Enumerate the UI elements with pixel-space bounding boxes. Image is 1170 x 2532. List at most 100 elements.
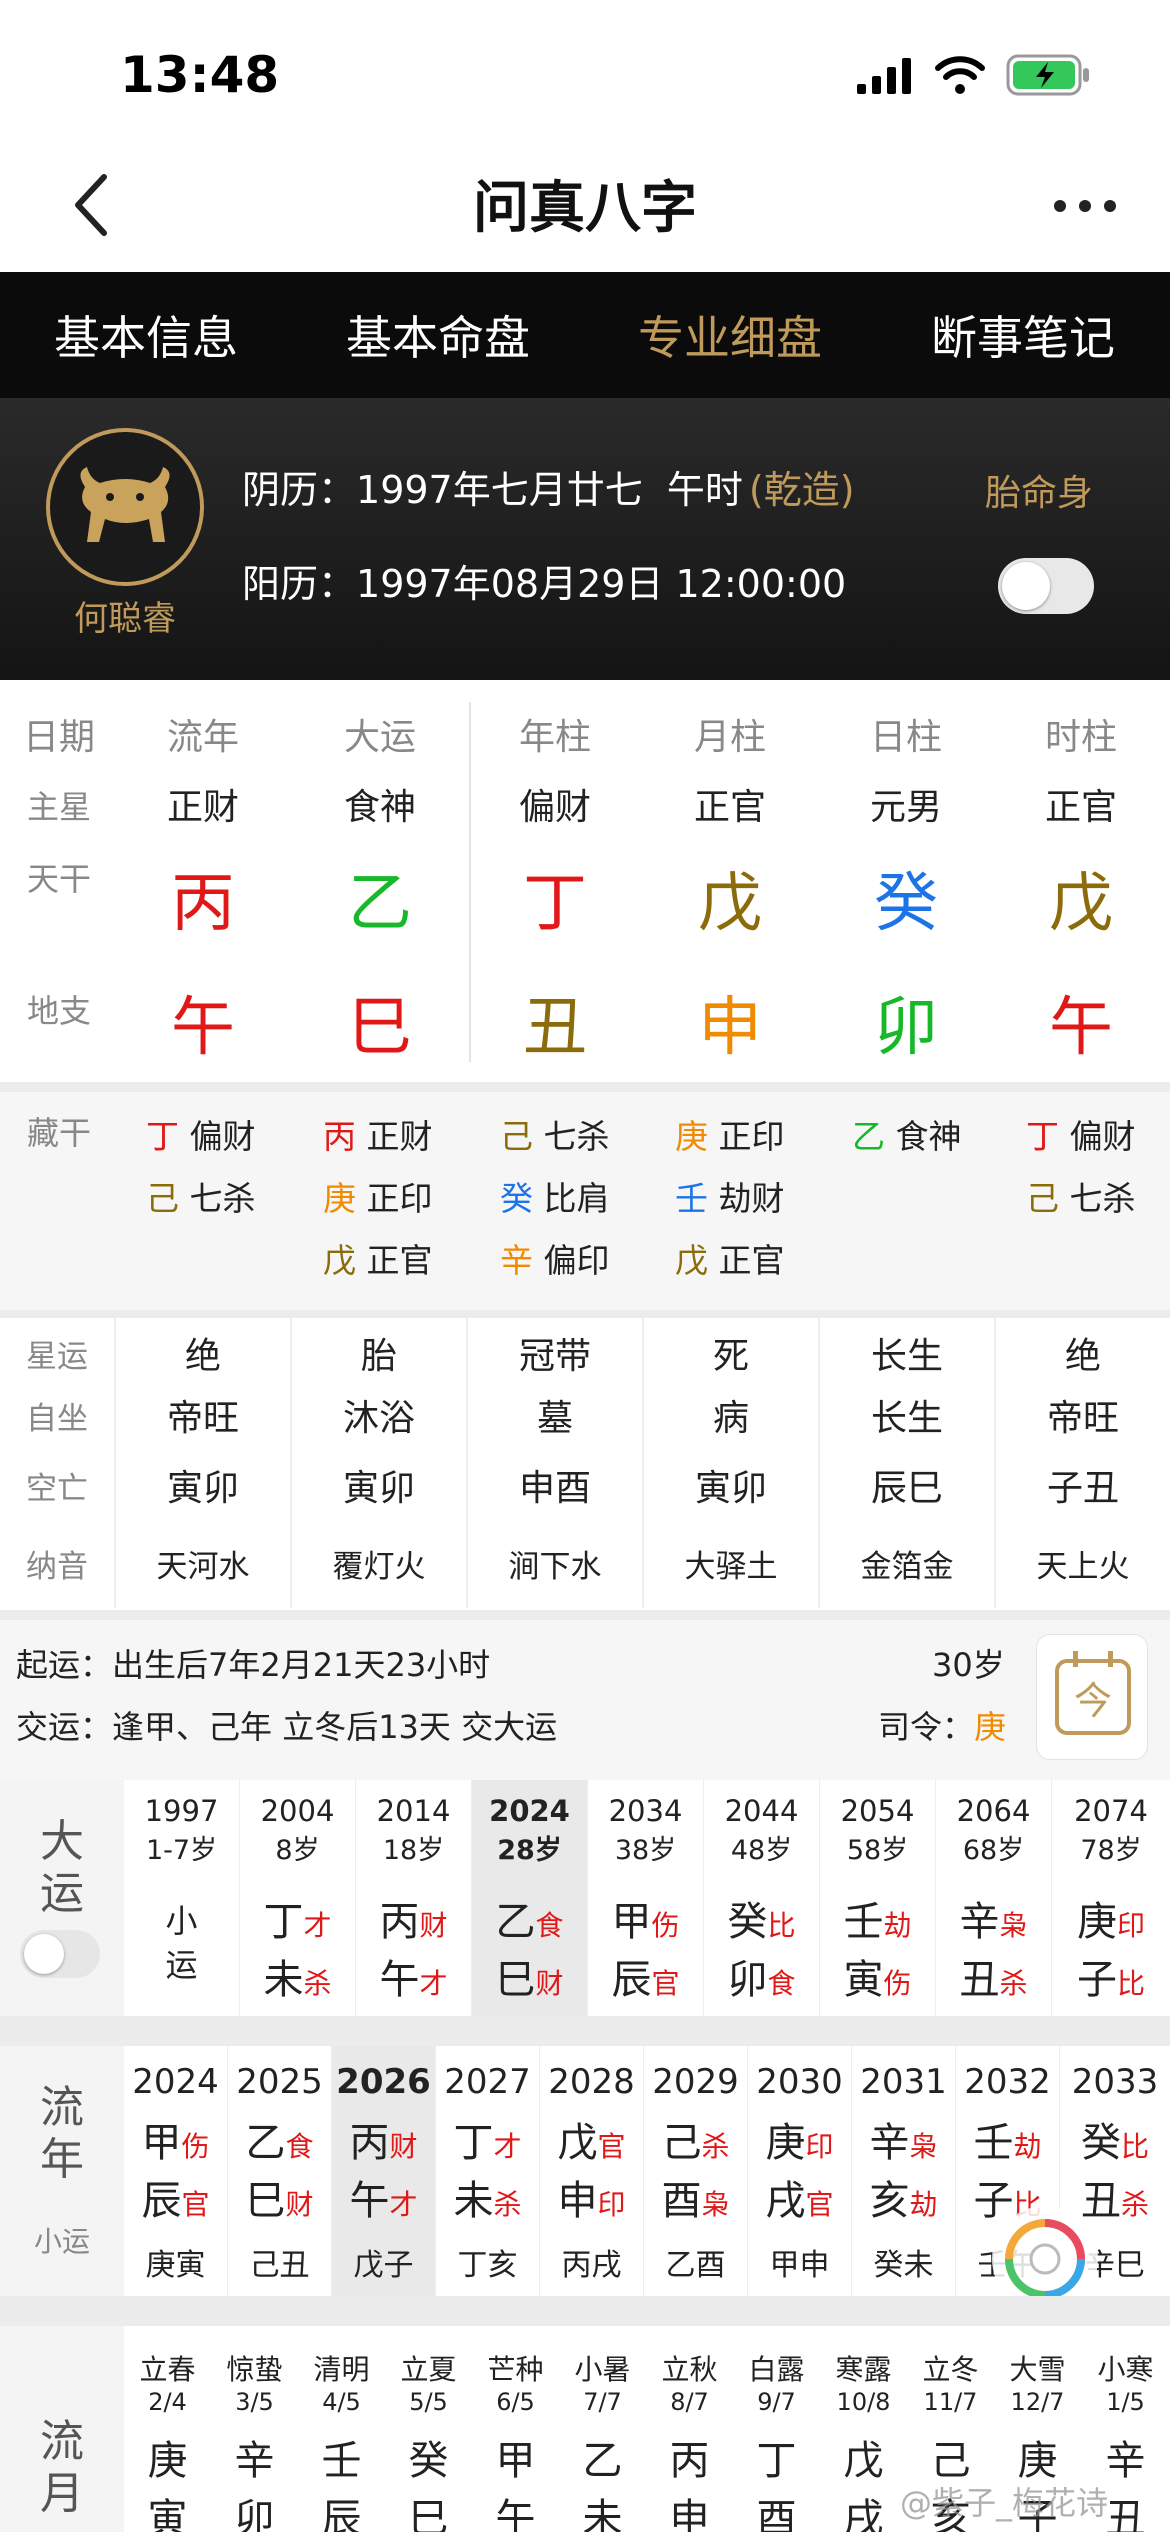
liunian-item[interactable]: 2027 丁才 未杀 丁亥: [436, 2046, 540, 2296]
liuyue-item[interactable]: 小暑 7/7 乙未: [559, 2326, 646, 2532]
liunian-item[interactable]: 2031 辛枭 亥劫 癸未: [852, 2046, 956, 2296]
liuyue-item[interactable]: 立春 2/4 庚寅: [124, 2326, 211, 2532]
liunian-item[interactable]: 2028 戊官 申印 丙戌: [540, 2046, 644, 2296]
canggan-item: 己 七杀: [1026, 1179, 1136, 1218]
liuyue-item[interactable]: 惊蛰 3/5 辛卯: [211, 2326, 298, 2532]
jiaoyun-label: 交运：: [16, 1708, 113, 1746]
liunian-item[interactable]: 2025 乙食 巳财 己丑: [228, 2046, 332, 2296]
avatar[interactable]: [46, 428, 204, 586]
tiangan-liunian: 丙: [171, 867, 235, 941]
wifi-icon: [934, 52, 986, 96]
liunian-item[interactable]: 2024 甲伤 辰官 庚寅: [124, 2046, 228, 2296]
solar-label: 阳历：: [242, 561, 357, 606]
canggan-col-day: 乙 食神: [852, 1106, 1022, 1168]
dayun-item[interactable]: 2014 18岁 丙财 午才: [356, 1780, 472, 2016]
lunar-value: 1997年七月廿七 午时: [356, 467, 743, 512]
tiangan-month: 戊: [698, 867, 762, 941]
tiangan-day: 癸: [874, 867, 938, 941]
canggan-item: 癸 比肩: [500, 1179, 610, 1218]
more-dots-icon: [1054, 200, 1116, 212]
pillars-section: 日期 流年 大运 年柱 月柱 日柱 时柱 主星 天干 地支 正财 食神 偏财 正…: [0, 680, 1170, 1082]
siling-row: 司令：庚: [878, 1702, 1006, 1748]
dayun-item[interactable]: 2074 78岁 庚印 子比: [1052, 1780, 1170, 2016]
siling-label: 司令：: [878, 1708, 975, 1746]
today-button[interactable]: 今: [1036, 1634, 1148, 1760]
battery-icon: [1006, 54, 1092, 96]
dayun-item[interactable]: 2054 58岁 壬劫 寅伤: [820, 1780, 936, 2016]
zhuxing-year: 偏财: [518, 787, 591, 828]
canggan-item: 庚 正印: [323, 1179, 433, 1218]
xingyun-col-day: 长生 长生 辰巳 金箔金: [860, 1336, 954, 1585]
more-button[interactable]: [1040, 176, 1130, 236]
calendar-icon: 今: [1055, 1651, 1131, 1735]
liunian-item[interactable]: 2030 庚印 戌官 甲申: [748, 2046, 852, 2296]
label-zizuo: 自坐: [26, 1401, 88, 1437]
signal-icon: [855, 56, 915, 96]
liuyue-item[interactable]: 立秋 8/7 丙申: [646, 2326, 733, 2532]
dayun-toggle[interactable]: [20, 1930, 100, 1978]
label-nayin: 纳音: [26, 1549, 88, 1585]
dayun-item[interactable]: 2064 68岁 辛枭 丑杀: [936, 1780, 1052, 2016]
taiming-label: 胎命身: [985, 473, 1094, 514]
dayun-item-selected[interactable]: 2024 28岁 乙食 巳财: [472, 1780, 588, 2016]
section-divider: [0, 1610, 1170, 1620]
canggan-item: 丙 正财: [323, 1117, 433, 1156]
siling-value: 庚: [974, 1708, 1007, 1746]
dayun-section: 大运 1997 1-7岁 小 运 2004 8岁 丁才 未杀 2014 18岁 …: [0, 1780, 1170, 2016]
aperture-icon: [1005, 2219, 1085, 2299]
dizhi-hour: 午: [1049, 991, 1113, 1065]
status-time: 13:48: [120, 46, 280, 104]
liunian-item-selected[interactable]: 2026 丙财 午才 戊子: [332, 2046, 436, 2296]
canggan-col-hour: 丁 偏财 己 七杀: [1026, 1106, 1170, 1230]
profile-header: 何聪睿 阴历： 1997年七月廿七 午时 (乾造) 阳历： 1997年08月29…: [0, 398, 1170, 680]
tab-basic-info[interactable]: 基本信息: [0, 272, 292, 398]
liunian-item[interactable]: 2029 己杀 酉枭 乙酉: [644, 2046, 748, 2296]
lunar-label: 阴历：: [242, 467, 357, 512]
liuyue-item[interactable]: 立夏 5/5 癸巳: [385, 2326, 472, 2532]
header-liunian: 流年: [166, 717, 239, 758]
taiming-toggle[interactable]: [998, 558, 1094, 614]
canggan-item: 丁 偏财: [146, 1117, 256, 1156]
xingyun-col-hour: 绝 帝旺 子丑 天上火: [1036, 1336, 1130, 1585]
solar-row: 阳历： 1997年08月29日 12:00:00: [242, 552, 846, 608]
ox-icon: [80, 467, 170, 542]
liuyue-item[interactable]: 白露 9/7 丁酉: [733, 2326, 820, 2532]
canggan-col-month: 庚 正印 壬 劫财 戊 正官: [675, 1106, 845, 1292]
dayun-item[interactable]: 2034 38岁 甲伤 辰官: [588, 1780, 704, 2016]
canggan-item: 辛 偏印: [500, 1241, 610, 1280]
tiangan-dayun: 乙: [348, 867, 412, 941]
dayun-item[interactable]: 2044 48岁 癸比 卯食: [704, 1780, 820, 2016]
xiaoyun-label: 小运: [33, 2225, 90, 2258]
canggan-item: 戊 正官: [675, 1241, 785, 1280]
dizhi-month: 申: [698, 991, 762, 1065]
xingyun-col-month: 死 病 寅卯 大驿土: [684, 1336, 778, 1585]
watermark: @紫子_梅花诗: [900, 2484, 1109, 2522]
back-button[interactable]: [50, 160, 130, 250]
dayun-item[interactable]: 1997 1-7岁 小 运: [124, 1780, 240, 2016]
section-divider: [0, 2296, 1170, 2326]
header-month-pillar: 月柱: [693, 717, 766, 758]
dayun-item[interactable]: 2004 8岁 丁才 未杀: [240, 1780, 356, 2016]
row-label-dizhi: 地支: [26, 992, 91, 1030]
liuyue-item[interactable]: 芒种 6/5 甲午: [472, 2326, 559, 2532]
gender-tag: (乾造): [748, 467, 855, 512]
zhuxing-month: 正官: [693, 787, 766, 828]
dayun-list: 1997 1-7岁 小 运 2004 8岁 丁才 未杀 2014 18岁 丙财 …: [124, 1780, 1170, 2016]
tab-basic-chart[interactable]: 基本命盘: [292, 272, 584, 398]
chevron-left-icon: [75, 174, 107, 236]
liunian-section: 流年 小运 2024 甲伤 辰官 庚寅 2025 乙食 巳财 己丑 2026 丙…: [0, 2046, 1170, 2312]
tiangan-year: 丁: [523, 867, 587, 941]
section-divider: [0, 1082, 1170, 1092]
xingyun-col-liunian: 绝 帝旺 寅卯 天河水: [156, 1336, 250, 1585]
canggan-section: 藏干 丁 偏财 己 七杀 丙 正财 庚 正印 戊 正官 己 七杀 癸 比肩 辛 …: [0, 1092, 1170, 1310]
canggan-label: 藏干: [26, 1114, 91, 1152]
liuyue-item[interactable]: 清明 4/5 壬辰: [298, 2326, 385, 2532]
dayun-label: 大运: [40, 1816, 84, 1919]
tab-notes[interactable]: 断事笔记: [876, 272, 1170, 398]
canggan-item: 戊 正官: [323, 1241, 433, 1280]
tab-pro-chart[interactable]: 专业细盘: [584, 272, 876, 398]
liuyue-section: 流月 立春 2/4 庚寅 惊蛰 3/5 辛卯 清明 4/5 壬辰 立夏 5/5 癸巳 芒种 6/5…: [0, 2326, 1170, 2532]
liuyue-item[interactable]: 寒露 10/8 戊戌: [820, 2326, 907, 2532]
dizhi-liunian: 午: [171, 991, 235, 1065]
header-dayun: 大运: [343, 717, 416, 758]
